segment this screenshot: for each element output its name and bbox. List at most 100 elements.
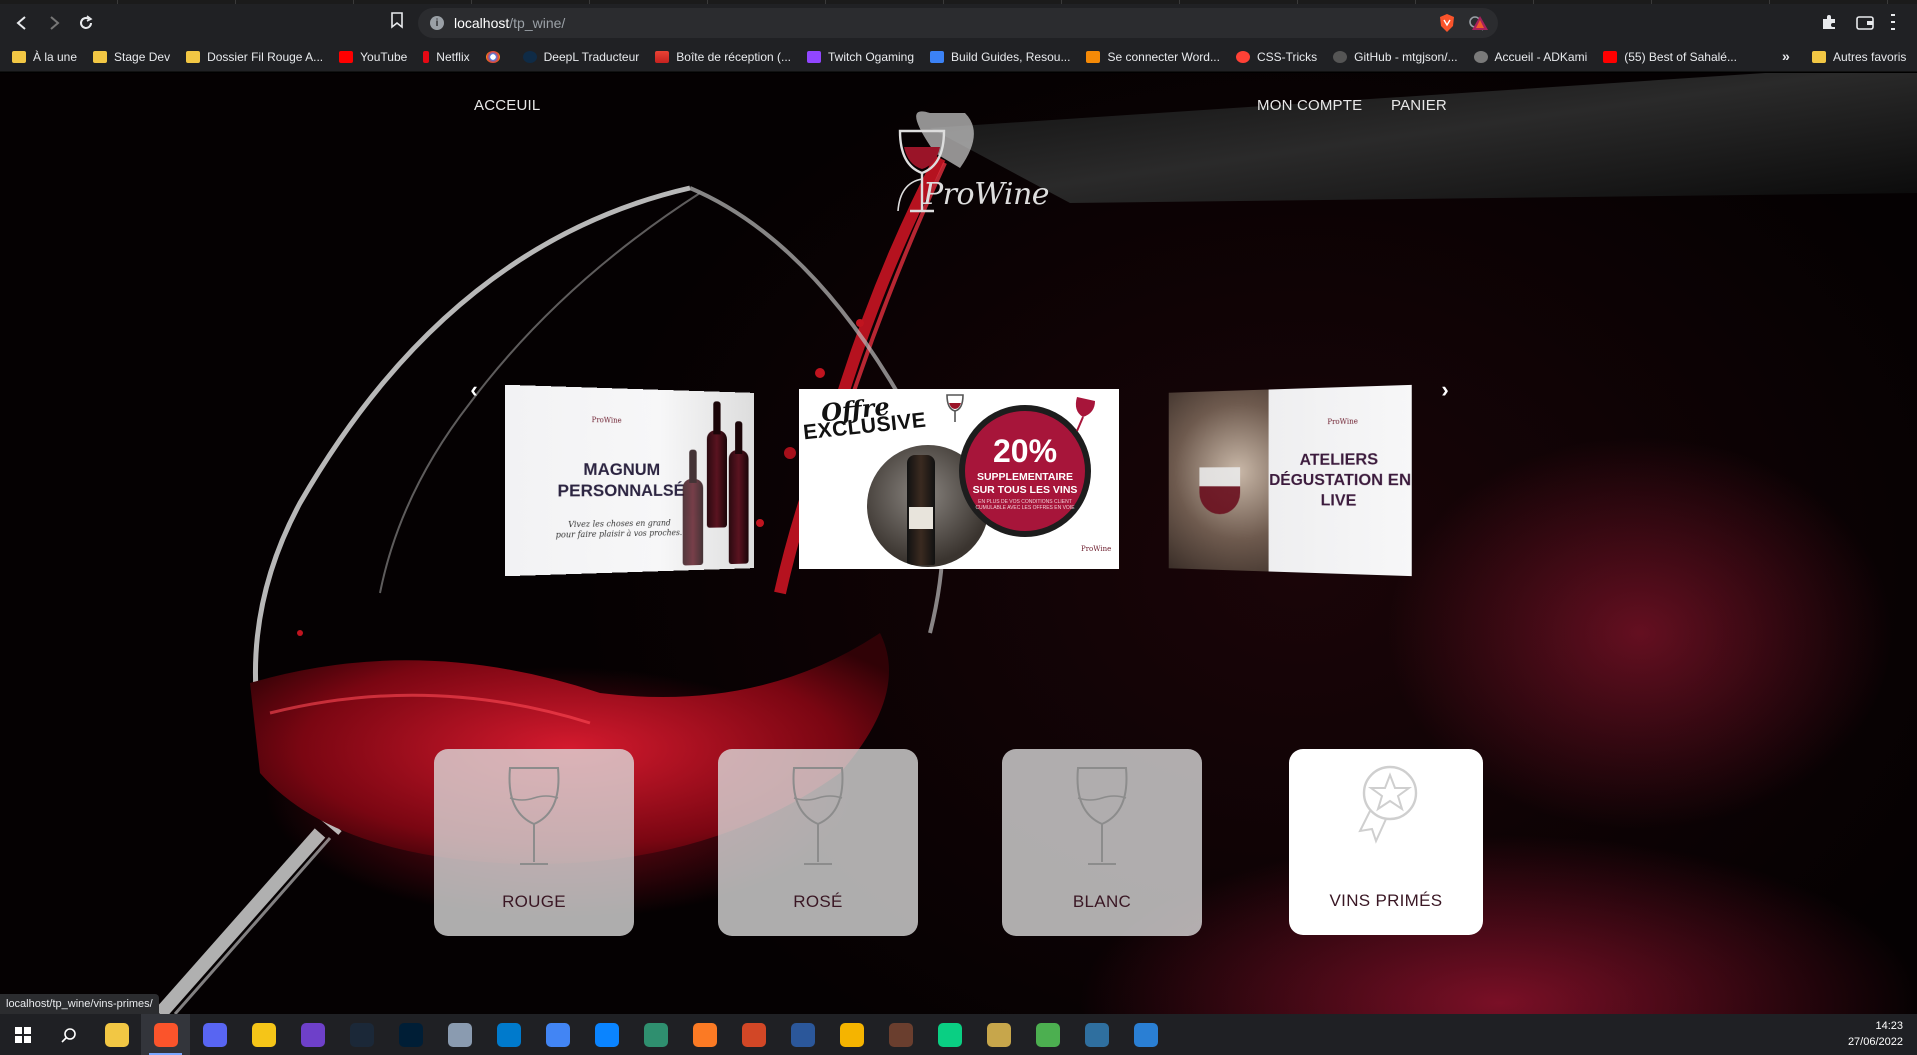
more-bookmarks-icon[interactable]: » bbox=[1782, 48, 1790, 64]
clock-time: 14:23 bbox=[1875, 1020, 1903, 1032]
photoshop-taskbar-button[interactable] bbox=[386, 1014, 435, 1055]
xampp-taskbar-button[interactable] bbox=[680, 1014, 729, 1055]
carousel-slide-offre[interactable]: Offre EXCLUSIVE 20% SUPPLEMENTAIRE SUR T… bbox=[799, 389, 1119, 569]
bookmark-item[interactable]: Dossier Fil Rouge A... bbox=[186, 50, 323, 64]
git-client-taskbar-button[interactable] bbox=[631, 1014, 680, 1055]
forward-icon[interactable] bbox=[38, 7, 70, 39]
browser-menu-icon[interactable] bbox=[1890, 13, 1896, 31]
windows-taskbar: 14:23 27/06/2022 bbox=[0, 1014, 1917, 1055]
discord-taskbar-button[interactable] bbox=[190, 1014, 239, 1055]
notes-app-taskbar-button[interactable] bbox=[974, 1014, 1023, 1055]
bookmark-item[interactable]: CSS-Tricks bbox=[1235, 50, 1317, 64]
category-label: ROUGE bbox=[502, 892, 566, 911]
file-explorer-taskbar-button[interactable] bbox=[92, 1014, 141, 1055]
taskbar-apps bbox=[92, 1014, 1170, 1055]
word-taskbar-button[interactable] bbox=[778, 1014, 827, 1055]
site-info-icon[interactable]: i bbox=[430, 16, 444, 30]
brave-shields-icon[interactable] bbox=[1438, 13, 1456, 33]
wine-glass-icon bbox=[792, 767, 844, 865]
bookmark-item[interactable]: DeepL Traducteur bbox=[522, 50, 639, 64]
css-tricks-icon bbox=[1235, 50, 1250, 63]
carousel-slide-degustation[interactable]: ProWine ATELIERS DÉGUSTATION EN LIVE bbox=[1168, 384, 1412, 577]
brave-browser-icon bbox=[153, 1022, 178, 1047]
carousel-prev-button[interactable]: ‹ bbox=[466, 377, 482, 402]
nav-link-account[interactable]: MON COMPTE bbox=[1257, 97, 1362, 114]
folder-icon bbox=[93, 50, 108, 63]
slide-mini-logo: ProWine bbox=[1327, 417, 1358, 427]
back-icon[interactable] bbox=[6, 7, 38, 39]
bookmark-item[interactable]: Stage Dev bbox=[93, 50, 170, 64]
mysql-workbench-taskbar-button[interactable] bbox=[1072, 1014, 1121, 1055]
bookmark-icon[interactable] bbox=[388, 11, 406, 29]
bookmark-item[interactable]: (55) Best of Sahalé... bbox=[1603, 50, 1737, 64]
adkami-icon bbox=[1473, 50, 1488, 63]
address-bar[interactable]: i localhost/tp_wine/ bbox=[418, 8, 1498, 38]
chat-app-taskbar-button[interactable] bbox=[239, 1014, 288, 1055]
wine-glass-icon bbox=[1076, 767, 1128, 865]
brave-rewards-icon[interactable] bbox=[1471, 14, 1489, 32]
extensions-icon[interactable] bbox=[1820, 13, 1838, 31]
game-app-taskbar-button[interactable] bbox=[876, 1014, 925, 1055]
chrome-taskbar-button[interactable] bbox=[533, 1014, 582, 1055]
bookmark-item[interactable]: GitHub - mtgjson/... bbox=[1333, 50, 1458, 64]
bluetooth-app-icon bbox=[594, 1022, 619, 1047]
bookmark-item[interactable]: À la une bbox=[12, 50, 77, 64]
category-card-rouge[interactable]: ROUGE bbox=[434, 749, 634, 936]
url-host: localhost bbox=[454, 15, 510, 31]
youtube-icon bbox=[339, 50, 354, 63]
windows-start-icon[interactable] bbox=[0, 1014, 46, 1055]
github-desktop-icon bbox=[300, 1022, 325, 1047]
brave-browser-taskbar-button[interactable] bbox=[141, 1014, 190, 1055]
bookmark-item[interactable]: Accueil - ADKami bbox=[1473, 50, 1587, 64]
tiles-app-taskbar-button[interactable] bbox=[1023, 1014, 1072, 1055]
github-desktop-taskbar-button[interactable] bbox=[288, 1014, 337, 1055]
nav-link-home[interactable]: ACCEUIL bbox=[474, 97, 540, 114]
search-icon[interactable] bbox=[46, 1014, 92, 1055]
google-icon bbox=[485, 50, 500, 63]
folder-icon bbox=[12, 50, 26, 63]
category-label: ROSÉ bbox=[793, 892, 843, 911]
cloud-app-icon bbox=[447, 1022, 472, 1047]
folder-icon bbox=[1812, 51, 1826, 63]
steam-taskbar-button[interactable] bbox=[337, 1014, 386, 1055]
taskbar-clock[interactable]: 14:23 27/06/2022 bbox=[1848, 1018, 1903, 1050]
bluetooth-app-taskbar-button[interactable] bbox=[582, 1014, 631, 1055]
bookmark-item[interactable] bbox=[485, 50, 507, 63]
bottle-image bbox=[728, 450, 749, 565]
reload-icon[interactable] bbox=[70, 7, 102, 39]
github-icon bbox=[1333, 50, 1348, 63]
category-card-rose[interactable]: ROSÉ bbox=[718, 749, 918, 936]
vscode-taskbar-button[interactable] bbox=[484, 1014, 533, 1055]
bookmark-item[interactable]: Boîte de réception (... bbox=[655, 50, 791, 64]
powerpoint-taskbar-button[interactable] bbox=[729, 1014, 778, 1055]
vscode-icon bbox=[496, 1022, 521, 1047]
bookmark-item[interactable]: Se connecter Word... bbox=[1086, 50, 1220, 64]
bookmark-item[interactable]: Build Guides, Resou... bbox=[930, 50, 1070, 64]
figma-app-taskbar-button[interactable] bbox=[925, 1014, 974, 1055]
other-bookmarks[interactable]: Autres favoris bbox=[1812, 42, 1906, 72]
twitch-icon bbox=[807, 50, 821, 63]
gmail-icon bbox=[655, 50, 670, 63]
star-app-taskbar-button[interactable] bbox=[827, 1014, 876, 1055]
powerpoint-icon bbox=[741, 1022, 766, 1047]
photos-app-taskbar-button[interactable] bbox=[1121, 1014, 1170, 1055]
folder-icon bbox=[186, 50, 201, 63]
bottle-image bbox=[682, 479, 704, 566]
logo-text: ProWine bbox=[923, 177, 1050, 212]
carousel-next-button[interactable]: › bbox=[1437, 377, 1453, 402]
carousel-slide-magnum[interactable]: ProWine MAGNUM PERSONNALSÉ Vivez les cho… bbox=[505, 384, 754, 577]
wallet-icon[interactable] bbox=[1855, 13, 1875, 31]
bookmark-item[interactable]: Netflix bbox=[423, 50, 470, 64]
award-medal-icon bbox=[1358, 765, 1418, 844]
nav-link-cart[interactable]: PANIER bbox=[1391, 97, 1447, 114]
url-path: /tp_wine/ bbox=[509, 15, 566, 31]
cloud-app-taskbar-button[interactable] bbox=[435, 1014, 484, 1055]
page-viewport: ACCEUIL MON COMPTE PANIER ProWine ‹ › Pr… bbox=[0, 73, 1917, 1014]
photoshop-icon bbox=[398, 1022, 423, 1047]
bookmark-item[interactable]: YouTube bbox=[339, 50, 407, 64]
category-card-blanc[interactable]: BLANC bbox=[1002, 749, 1202, 936]
category-card-vins-primes[interactable]: VINS PRIMÉS bbox=[1289, 749, 1483, 935]
mysql-workbench-icon bbox=[1084, 1022, 1109, 1047]
bookmark-item[interactable]: Twitch Ogaming bbox=[807, 50, 914, 64]
git-client-icon bbox=[643, 1022, 668, 1047]
